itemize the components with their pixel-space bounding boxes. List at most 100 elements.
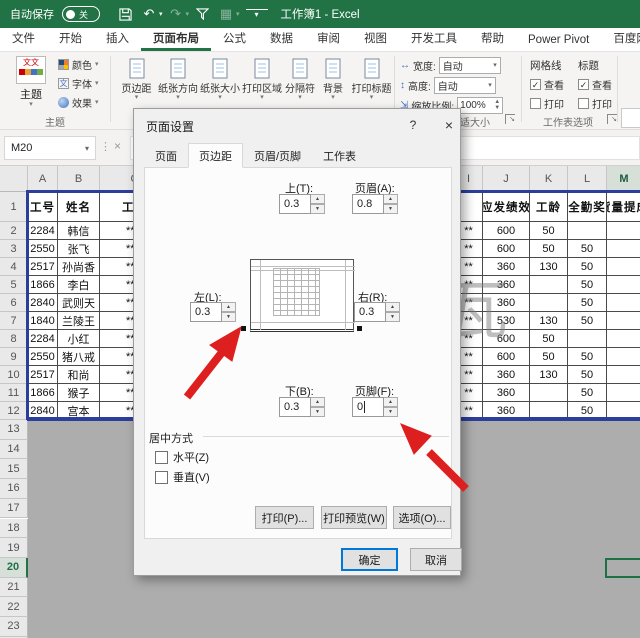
name-box[interactable]: M20 ▾ [4, 136, 96, 160]
cell-b5[interactable]: 李白 [58, 276, 100, 294]
ribbon-button-分隔符[interactable]: 分隔符 ▾ [283, 55, 317, 113]
row-header-10[interactable]: 10 [0, 366, 28, 384]
save-icon[interactable] [114, 4, 136, 24]
cell-l2[interactable] [568, 222, 607, 240]
cell-a1[interactable]: 工号 [28, 192, 58, 222]
cell-l9[interactable]: 50 [568, 348, 607, 366]
cell-m7[interactable] [607, 312, 640, 330]
themes-button[interactable]: 文文 主题 ▾ [8, 55, 54, 113]
cell-b8[interactable]: 小红 [58, 330, 100, 348]
cell-m1[interactable]: 货量提成 [607, 192, 640, 222]
cell-m11[interactable] [607, 384, 640, 402]
row-header-7[interactable]: 7 [0, 312, 28, 330]
ribbon-button-打印区域[interactable]: 打印区域 ▾ [241, 55, 283, 113]
dialog-tab-2[interactable]: 页眉/页脚 [243, 143, 312, 168]
cell-k5[interactable] [530, 276, 568, 294]
row-header-21[interactable]: 21 [0, 577, 28, 598]
row-header-14[interactable]: 14 [0, 439, 28, 460]
row-header-8[interactable]: 8 [0, 330, 28, 348]
print-button[interactable]: 打印(P)... [255, 506, 314, 529]
cell-b3[interactable]: 张飞 [58, 240, 100, 258]
cell-b7[interactable]: 兰陵王 [58, 312, 100, 330]
cell-k9[interactable]: 50 [530, 348, 568, 366]
center-horizontal-checkbox[interactable]: 水平(Z) [155, 449, 209, 465]
cell-k10[interactable]: 130 [530, 366, 568, 384]
top-margin-spinner[interactable]: 0.3 ▲ ▼ [279, 194, 325, 214]
width-select[interactable]: 自动 ▾ [438, 56, 501, 74]
right-margin-spinner[interactable]: 0.3 ▲ ▼ [354, 302, 400, 322]
cell-b6[interactable]: 武则天 [58, 294, 100, 312]
cell-j2[interactable]: 600 [483, 222, 530, 240]
theme-fonts-button[interactable]: 文 字体 ▾ [58, 75, 106, 92]
row-header-2[interactable]: 2 [0, 222, 28, 240]
col-header-B[interactable]: B [58, 166, 100, 192]
cell-a2[interactable]: 2284 [28, 222, 58, 240]
col-header-A[interactable]: A [28, 166, 58, 192]
ribbon-button-背景[interactable]: 背景 ▾ [317, 55, 349, 113]
row-header-11[interactable]: 11 [0, 384, 28, 402]
name-box-dropdown-icon[interactable]: ▾ [85, 144, 89, 153]
cancel-entry-icon[interactable]: × [114, 139, 121, 153]
cancel-button[interactable]: 取消 [410, 548, 462, 571]
row-header-3[interactable]: 3 [0, 240, 28, 258]
ribbon-tab-11[interactable]: 百度网盘 [601, 26, 640, 51]
ribbon-button-页边距[interactable]: 页边距 ▾ [116, 55, 157, 113]
cell-l1[interactable]: 全勤奖 [568, 192, 607, 222]
row-header-17[interactable]: 17 [0, 498, 28, 519]
cell-m5[interactable] [607, 276, 640, 294]
ribbon-tab-8[interactable]: 开发工具 [399, 26, 469, 51]
row-header-13[interactable]: 13 [0, 420, 28, 440]
cell-b1[interactable]: 姓名 [58, 192, 100, 222]
cell-k8[interactable]: 50 [530, 330, 568, 348]
center-vertical-checkbox[interactable]: 垂直(V) [155, 469, 210, 485]
margins-preview[interactable] [250, 259, 355, 332]
col-header-J[interactable]: J [483, 166, 530, 192]
cell-k6[interactable] [530, 294, 568, 312]
print-preview-button[interactable]: 打印预览(W) [321, 506, 387, 529]
cell-k1[interactable]: 工龄 [530, 192, 568, 222]
dialog-tab-0[interactable]: 页面 [144, 143, 188, 168]
cell-k7[interactable]: 130 [530, 312, 568, 330]
row-header-19[interactable]: 19 [0, 538, 28, 558]
cell-m8[interactable] [607, 330, 640, 348]
autosave-toggle[interactable]: 关 [62, 6, 100, 22]
headings-view-checkbox[interactable]: ✓ 查看 [578, 77, 612, 92]
select-all-corner[interactable] [0, 166, 28, 192]
ribbon-tab-9[interactable]: 帮助 [469, 26, 516, 51]
cell-l5[interactable]: 50 [568, 276, 607, 294]
row-header-4[interactable]: 4 [0, 258, 28, 276]
cell-l3[interactable]: 50 [568, 240, 607, 258]
ribbon-tab-3[interactable]: 页面布局 [141, 26, 211, 51]
selected-cell-m20[interactable] [605, 558, 640, 578]
ribbon-tab-1[interactable]: 开始 [47, 26, 94, 51]
cell-l6[interactable]: 50 [568, 294, 607, 312]
cell-j11[interactable]: 360 [483, 384, 530, 402]
cell-a4[interactable]: 2517 [28, 258, 58, 276]
cell-m2[interactable] [607, 222, 640, 240]
left-margin-handle[interactable] [241, 326, 246, 331]
ribbon-tab-6[interactable]: 审阅 [305, 26, 352, 51]
cell-l10[interactable]: 50 [568, 366, 607, 384]
scale-spinner[interactable]: 100% ▲ ▼ [457, 96, 504, 114]
cell-j1[interactable]: 应发绩效 [483, 192, 530, 222]
row-header-20[interactable]: 20 [0, 557, 28, 578]
table-edit-icon[interactable]: ▦ [215, 4, 237, 24]
cell-b4[interactable]: 孙尚香 [58, 258, 100, 276]
bottom-margin-spinner[interactable]: 0.3 ▲ ▼ [279, 397, 325, 417]
cell-m4[interactable] [607, 258, 640, 276]
ribbon-tab-5[interactable]: 数据 [258, 26, 305, 51]
cell-a6[interactable]: 2840 [28, 294, 58, 312]
cell-j3[interactable]: 600 [483, 240, 530, 258]
row-header-9[interactable]: 9 [0, 348, 28, 366]
cell-m10[interactable] [607, 366, 640, 384]
ribbon-tab-10[interactable]: Power Pivot [516, 30, 601, 51]
height-select[interactable]: 自动 ▾ [433, 76, 496, 94]
col-header-M[interactable]: M [607, 166, 640, 192]
cell-a5[interactable]: 1866 [28, 276, 58, 294]
right-margin-handle[interactable] [357, 326, 362, 331]
theme-effects-button[interactable]: 效果 ▾ [58, 94, 106, 111]
options-button[interactable]: 选项(O)... [393, 506, 451, 529]
row-header-23[interactable]: 23 [0, 617, 28, 637]
cell-m3[interactable] [607, 240, 640, 258]
cell-a8[interactable]: 2284 [28, 330, 58, 348]
